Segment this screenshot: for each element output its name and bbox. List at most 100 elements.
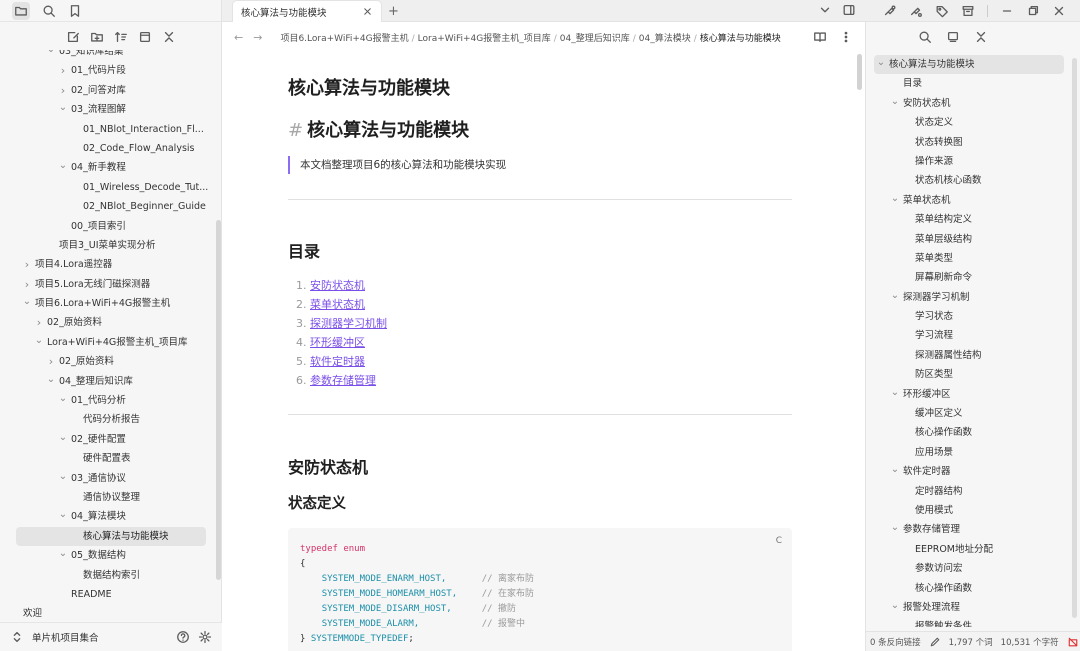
chevron-down-icon[interactable]: ⌄ — [58, 544, 68, 563]
file-tree-item[interactable]: › 02_原始资料 — [0, 313, 212, 332]
file-tree-item[interactable]: 02_NBlot_Beginner_Guide — [0, 197, 212, 216]
editor-scrollbar[interactable] — [857, 54, 862, 90]
file-tree-item[interactable]: ⌄ 03_通信协议 — [0, 469, 212, 488]
collapse-view-icon[interactable] — [138, 30, 152, 44]
file-tree-item[interactable]: ⌄ 02_硬件配置 — [0, 430, 212, 449]
file-tree-item[interactable]: 核心算法与功能模块 — [16, 526, 206, 547]
chevron-right-icon[interactable]: › — [58, 61, 68, 80]
outline-item[interactable]: ⌄ 报警处理流程 — [866, 598, 1074, 617]
help-icon[interactable] — [176, 630, 190, 644]
chevron-down-icon[interactable]: ⌄ — [890, 460, 900, 479]
more-options-icon[interactable] — [839, 30, 853, 44]
outline-item[interactable]: 菜单层级结构 — [866, 230, 1074, 249]
outline-item[interactable]: 学习状态 — [866, 307, 1074, 326]
new-note-icon[interactable] — [66, 30, 80, 44]
file-tree-item[interactable]: ⌄ 01_代码分析 — [0, 391, 212, 410]
breadcrumb-item[interactable]: 04_算法模块 — [639, 34, 691, 44]
toc-link[interactable]: 探测器学习机制 — [310, 317, 387, 330]
toc-link[interactable]: 菜单状态机 — [310, 298, 365, 311]
file-tree-item[interactable]: 代码分析报告 — [0, 410, 212, 429]
vault-switcher[interactable]: 单片机项目集合 — [0, 622, 222, 651]
outline-item[interactable]: 菜单类型 — [866, 249, 1074, 268]
file-tree-item[interactable]: ⌄ 03_流程图解 — [0, 100, 212, 119]
folder-icon[interactable] — [12, 1, 30, 20]
chevron-down-icon[interactable]: ⌄ — [46, 50, 56, 59]
sync-error-icon[interactable] — [1067, 636, 1079, 648]
file-tree-item[interactable]: ⌄ 05_数据结构 — [0, 546, 212, 565]
outline-item[interactable]: ⌄ 安防状态机 — [866, 94, 1074, 113]
chevron-down-icon[interactable]: ⌄ — [890, 92, 900, 111]
collapse-all-icon[interactable] — [162, 30, 176, 44]
file-tree-item[interactable]: 01_Wireless_Decode_Tut... — [0, 178, 212, 197]
outline-item[interactable]: ⌄ 探测器学习机制 — [866, 288, 1074, 307]
chevron-down-icon[interactable]: ⌄ — [890, 596, 900, 615]
outline-item[interactable]: ⌄ 软件定时器 — [866, 462, 1074, 481]
backlinks-count[interactable]: 0 条反向链接 — [870, 636, 921, 648]
file-tree-item[interactable]: ⌄ 04_整理后知识库 — [0, 372, 212, 391]
chevron-down-icon[interactable]: ⌄ — [46, 370, 56, 389]
inline-title[interactable]: 核心算法与功能模块 — [288, 74, 450, 100]
outline-item[interactable]: 操作来源 — [866, 152, 1074, 171]
chevron-down-icon[interactable]: ⌄ — [876, 55, 886, 72]
chevron-down-icon[interactable]: ⌄ — [58, 389, 68, 408]
outline-item[interactable]: ⌄ 环形缓冲区 — [866, 385, 1074, 404]
left-scrollbar[interactable] — [216, 220, 221, 580]
chevron-down-icon[interactable]: ⌄ — [890, 518, 900, 537]
file-tree-item[interactable]: ⌄ 04_算法模块 — [0, 507, 212, 526]
forward-arrow-icon[interactable]: → — [253, 31, 262, 44]
collapse-all-icon[interactable] — [974, 30, 988, 44]
outline-item[interactable]: EEPROM地址分配 — [866, 540, 1074, 559]
settings-icon[interactable] — [198, 630, 212, 644]
plugin-icon[interactable] — [883, 4, 897, 18]
outline-item[interactable]: 状态定义 — [866, 113, 1074, 132]
outline-item[interactable]: 菜单结构定义 — [866, 210, 1074, 229]
toc-link[interactable]: 环形缓冲区 — [310, 336, 365, 349]
chevron-down-icon[interactable]: ⌄ — [58, 428, 68, 447]
file-tree-item[interactable]: 欢迎 — [0, 604, 212, 622]
sort-icon[interactable] — [114, 30, 128, 44]
search-icon[interactable] — [918, 30, 932, 44]
file-tree-item[interactable]: 硬件配置表 — [0, 449, 212, 468]
file-tree-item[interactable]: ⌄ 04_新手教程 — [0, 158, 212, 177]
file-tree-item[interactable]: 项目3_UI菜单实现分析 — [0, 236, 212, 255]
edit-pencil-icon[interactable] — [929, 636, 941, 648]
tag-icon[interactable] — [935, 4, 949, 18]
outline-item[interactable]: 报警触发条件 — [866, 617, 1074, 627]
file-tree-item[interactable]: README — [0, 585, 212, 604]
new-folder-icon[interactable] — [90, 30, 104, 44]
breadcrumb-item[interactable]: 04_整理后知识库 — [560, 34, 630, 44]
archive-icon[interactable] — [961, 4, 975, 18]
close-tab-icon[interactable] — [362, 6, 373, 17]
file-tree-item[interactable]: › 02_原始资料 — [0, 352, 212, 371]
file-tree-item[interactable]: › 项目4.Lora遥控器 — [0, 255, 212, 274]
plugin-settings-icon[interactable] — [909, 4, 923, 18]
toggle-sidebar-icon[interactable] — [842, 3, 856, 17]
chevron-down-icon[interactable]: ⌄ — [34, 331, 44, 350]
file-tree-item[interactable]: 02_Code_Flow_Analysis — [0, 139, 212, 158]
chevron-down-icon[interactable]: ⌄ — [890, 383, 900, 402]
chevron-down-icon[interactable]: ⌄ — [22, 292, 32, 311]
file-tree-item[interactable]: › 01_代码片段 — [0, 61, 212, 80]
outline-item[interactable]: 核心操作函数 — [866, 423, 1074, 442]
bookmark-icon[interactable] — [68, 4, 82, 18]
chevron-right-icon[interactable]: › — [22, 255, 32, 274]
file-tree-item[interactable]: 通信协议整理 — [0, 488, 212, 507]
outline-item[interactable]: 定时器结构 — [866, 482, 1074, 501]
back-arrow-icon[interactable]: ← — [234, 31, 243, 44]
chevron-down-icon[interactable]: ⌄ — [58, 98, 68, 117]
chevron-down-icon[interactable]: ⌄ — [58, 467, 68, 486]
restore-icon[interactable] — [1026, 4, 1040, 18]
outline-item[interactable]: ⌄ 参数存储管理 — [866, 520, 1074, 539]
breadcrumb-item[interactable]: Lora+WiFi+4G报警主机_项目库 — [418, 34, 551, 44]
close-window-icon[interactable] — [1052, 4, 1066, 18]
tab-list-chevron-icon[interactable] — [818, 3, 832, 17]
file-tree-item[interactable]: ⌄03_知识库结集 — [0, 50, 212, 61]
outline-item[interactable]: ⌄ 核心算法与功能模块 — [874, 55, 1064, 75]
tab-active[interactable]: 核心算法与功能模块 — [232, 0, 382, 22]
search-icon[interactable] — [42, 4, 56, 18]
chevron-down-icon[interactable]: ⌄ — [58, 505, 68, 524]
file-tree-item[interactable]: ⌄ 项目6.Lora+WiFi+4G报警主机 — [0, 294, 212, 313]
outline-item[interactable]: 探测器属性结构 — [866, 346, 1074, 365]
outline-item[interactable]: 学习流程 — [866, 326, 1074, 345]
file-tree-item[interactable]: 01_NBlot_Interaction_Fl... — [0, 120, 212, 139]
